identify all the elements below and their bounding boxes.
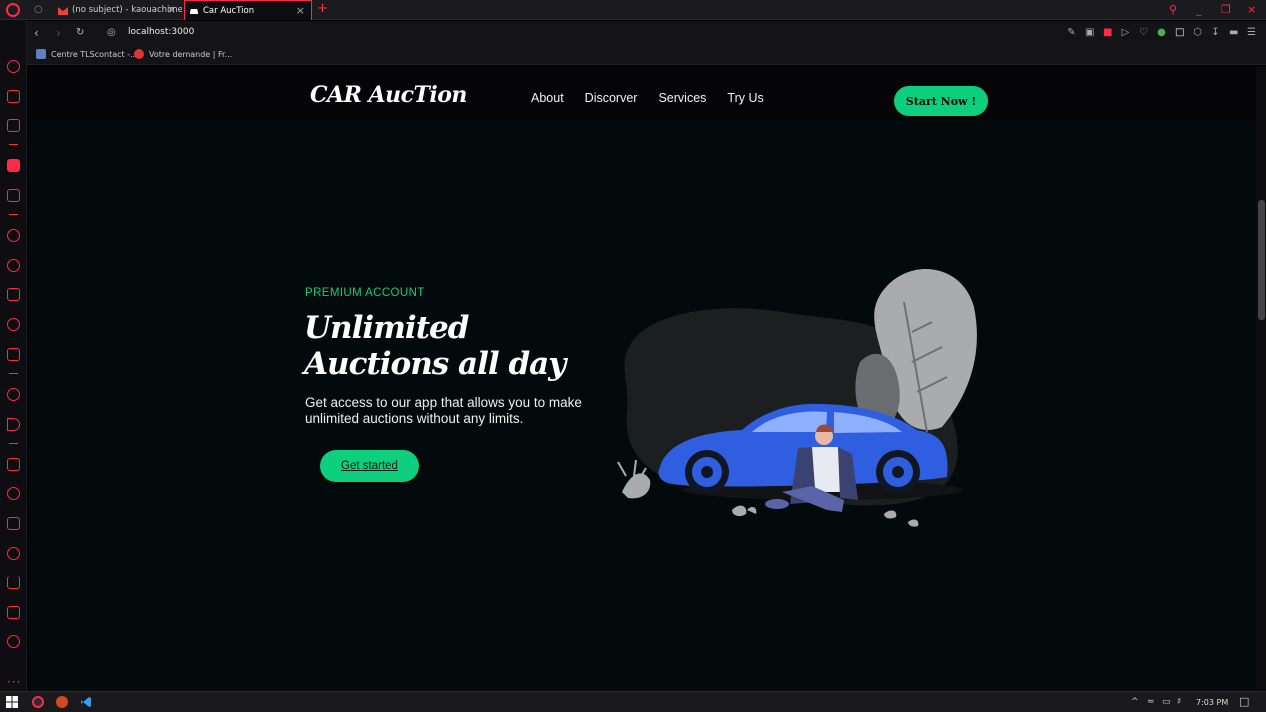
address-bar: ‹ › ↻ ◎ localhost:3000 ✎ ▣ ■ ▷ ♡ ● □ ⬡ ↧…	[0, 21, 1266, 45]
bookmark-favicon-icon	[134, 49, 144, 59]
sidebar-divider	[9, 443, 18, 444]
bookmark-votre-demande[interactable]: Votre demande | Fr...	[134, 49, 232, 59]
downloads-icon[interactable]	[7, 576, 20, 589]
bookmark-tlscontact[interactable]: Centre TLScontact -...	[36, 49, 138, 59]
home-icon[interactable]	[7, 159, 20, 172]
tab-label: Car AucTion	[203, 5, 255, 16]
minimize-icon[interactable]: _	[1196, 3, 1202, 16]
discord-icon[interactable]	[7, 348, 20, 361]
workspaces-icon[interactable]	[7, 458, 20, 471]
car-illustration	[617, 269, 977, 527]
music-icon[interactable]	[7, 388, 20, 401]
bookmark-favicon-icon	[36, 49, 46, 59]
opera-menu-icon[interactable]	[6, 3, 20, 17]
volume-muted-icon[interactable]: ♯	[1177, 697, 1181, 707]
nav-services[interactable]: Services	[658, 91, 706, 105]
get-started-button[interactable]: Get started	[320, 450, 419, 482]
battery-icon[interactable]: ▬	[1229, 27, 1238, 38]
messenger-icon[interactable]	[7, 229, 20, 242]
new-tab-icon[interactable]: +	[317, 1, 328, 16]
network-icon[interactable]: ≈	[1147, 697, 1155, 707]
start-now-button[interactable]: Start Now !	[894, 86, 988, 116]
bookmarks-bar: Centre TLScontact -... Votre demande | F…	[0, 45, 1266, 65]
twitter-icon[interactable]	[7, 318, 20, 331]
site-nav: About Discorver Services Try Us	[531, 91, 764, 105]
toolbar-icons: ✎ ▣ ■ ▷ ♡ ● □ ⬡ ↧ ▬ ☰	[1067, 27, 1256, 38]
shield-icon[interactable]: ■	[1103, 27, 1112, 38]
shopping-icon[interactable]	[7, 90, 20, 103]
forward-icon[interactable]: ›	[56, 26, 61, 40]
browser-sidebar: ···	[0, 20, 27, 691]
nav-about[interactable]: About	[531, 91, 564, 105]
hero-description: Get access to our app that allows you to…	[305, 395, 582, 426]
menu-icon[interactable]: ☰	[1247, 27, 1256, 38]
more-icon[interactable]: ···	[7, 675, 21, 689]
download-icon[interactable]: ↧	[1211, 27, 1220, 38]
site-logo[interactable]: CAR AucTion	[310, 82, 467, 108]
bookmark-label: Votre demande | Fr...	[149, 49, 233, 59]
bookmark-label: Centre TLScontact -...	[51, 49, 138, 59]
close-tab-icon[interactable]: ×	[167, 3, 176, 16]
twitch-icon[interactable]	[7, 119, 20, 132]
tab-label: (no subject) - kaouachimel	[72, 5, 182, 15]
tab-car-auction[interactable]: Car AucTion ×	[184, 0, 312, 20]
sidebar-divider	[9, 373, 18, 374]
edit-icon[interactable]: ✎	[1067, 27, 1076, 38]
battery-tray-icon[interactable]: ▭	[1162, 697, 1171, 707]
sidebar-divider	[9, 144, 18, 145]
extensions-cube-icon[interactable]	[7, 606, 20, 619]
opera-taskbar-icon[interactable]	[32, 696, 44, 708]
car-icon	[190, 9, 198, 14]
nav-try-us[interactable]: Try Us	[727, 91, 763, 105]
taskbar: ^ ≈ ▭ ♯ 7:03 PM □	[0, 691, 1266, 712]
browser-tab-bar: ○ (no subject) - kaouachimel × Car AucTi…	[0, 0, 1266, 20]
hero-eyebrow: PREMIUM ACCOUNT	[305, 287, 425, 299]
whatsapp-icon[interactable]	[7, 259, 20, 272]
search-tabs-icon[interactable]: ⚲	[1169, 3, 1177, 16]
player-icon[interactable]	[7, 189, 20, 202]
vscode-taskbar-icon[interactable]	[80, 696, 92, 708]
extension-icon[interactable]: □	[1175, 27, 1184, 38]
instagram-icon[interactable]	[7, 288, 20, 301]
site-info-icon[interactable]: ◎	[107, 27, 116, 38]
page-scrollbar[interactable]	[1256, 66, 1266, 692]
tab-gmail[interactable]: (no subject) - kaouachimel ×	[54, 0, 182, 20]
close-tab-icon[interactable]: ×	[296, 4, 305, 17]
site-header: CAR AucTion About Discorver Services Try…	[28, 66, 1256, 120]
gmail-icon	[58, 6, 68, 15]
heart-icon[interactable]: ♡	[1139, 27, 1148, 38]
url-field[interactable]: localhost:3000	[128, 27, 194, 37]
windows-start-icon[interactable]	[6, 696, 18, 708]
close-window-icon[interactable]: ×	[1247, 3, 1256, 16]
chevron-up-icon[interactable]: ^	[1131, 697, 1139, 707]
tab-snake-icon[interactable]: ○	[34, 4, 43, 15]
restore-icon[interactable]: ❐	[1221, 3, 1231, 16]
send-icon[interactable]: ▷	[1121, 27, 1130, 38]
hero-title: Unlimited Auctions all day	[304, 310, 566, 382]
back-icon[interactable]: ‹	[34, 26, 39, 40]
wallet-icon[interactable]: ●	[1157, 27, 1166, 38]
reload-icon[interactable]: ↻	[76, 27, 84, 38]
history-icon[interactable]	[7, 547, 20, 560]
speed-dial-icon[interactable]	[7, 60, 20, 73]
settings-gear-icon[interactable]	[7, 635, 20, 648]
taskbar-clock[interactable]: 7:03 PM	[1196, 698, 1228, 707]
bookmarks-heart-icon[interactable]	[7, 487, 20, 500]
web-page: CAR AucTion About Discorver Services Try…	[28, 66, 1256, 692]
send-sidebar-icon[interactable]	[7, 418, 20, 431]
sidebar-divider	[9, 214, 18, 215]
notifications-icon[interactable]: □	[1239, 695, 1249, 708]
scrollbar-thumb[interactable]	[1258, 200, 1265, 320]
camera-icon[interactable]: ▣	[1085, 27, 1094, 38]
nav-discover[interactable]: Discorver	[585, 91, 638, 105]
powerpoint-taskbar-icon[interactable]	[56, 696, 68, 708]
news-icon[interactable]	[7, 517, 20, 530]
cube-icon[interactable]: ⬡	[1193, 27, 1202, 38]
